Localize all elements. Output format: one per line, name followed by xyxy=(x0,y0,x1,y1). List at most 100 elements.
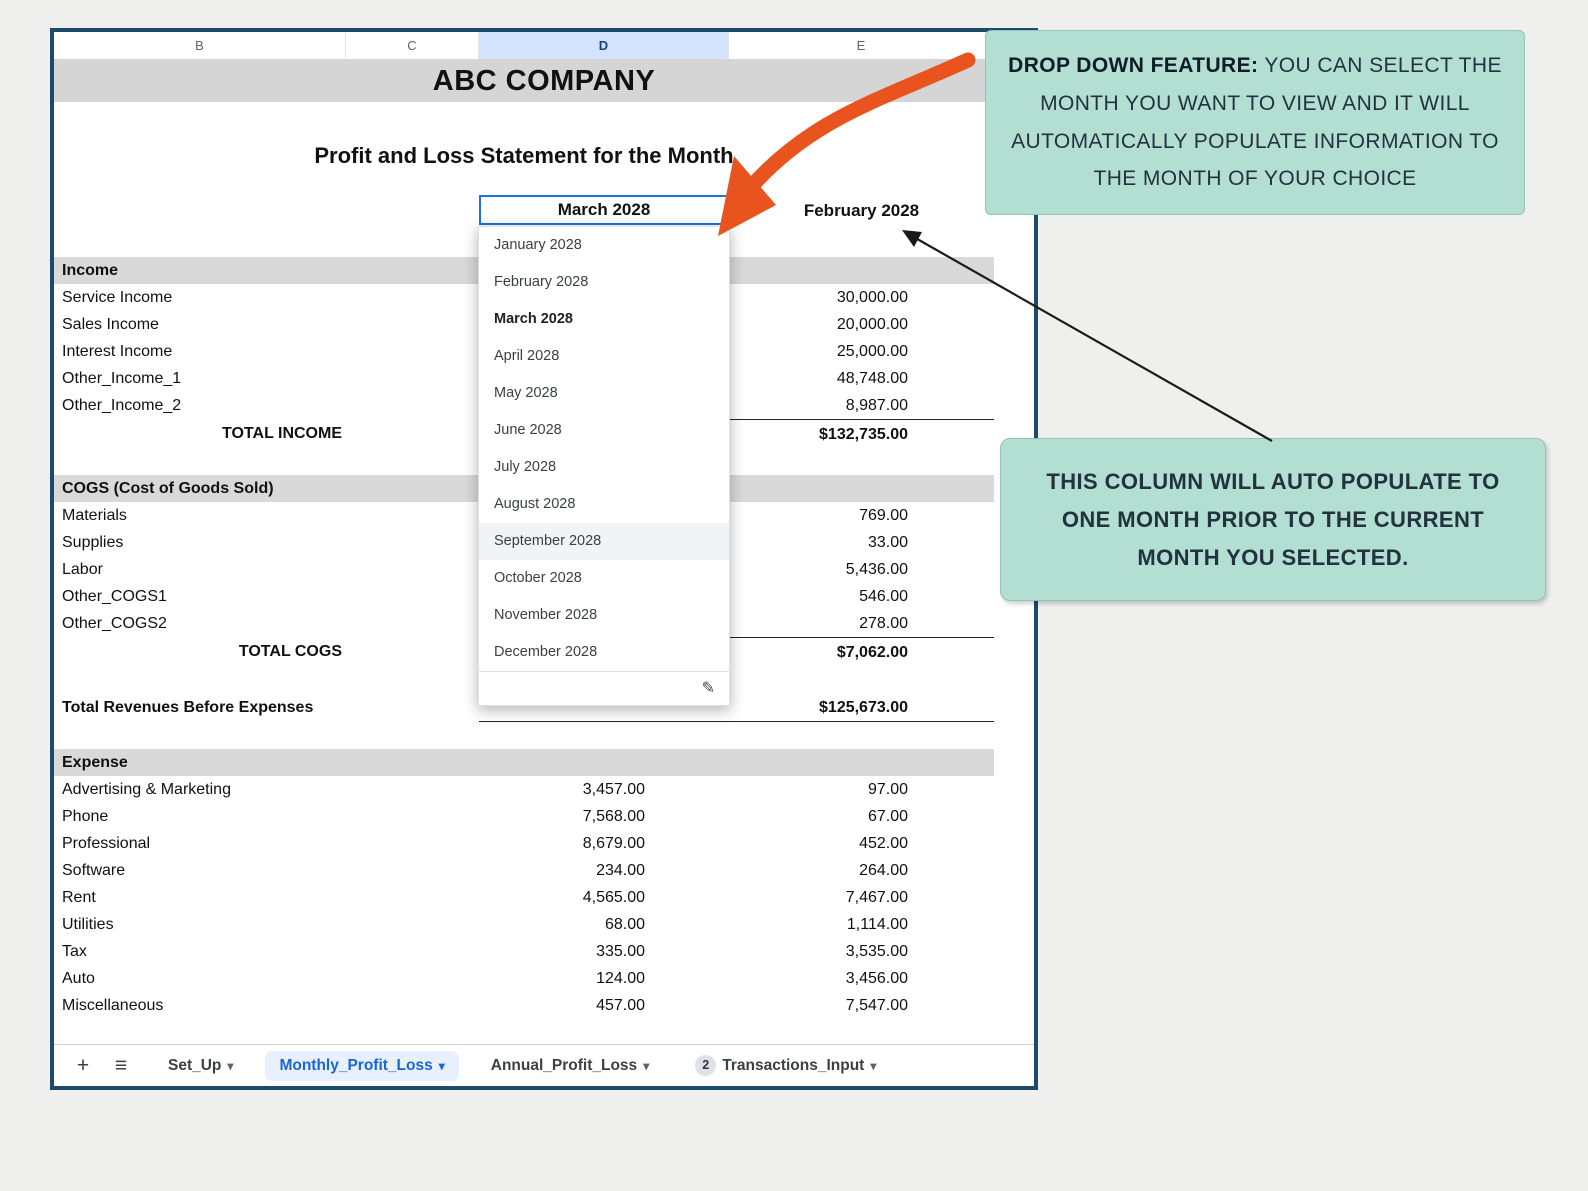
cell-c[interactable] xyxy=(346,911,479,938)
row-label[interactable]: Advertising & Marketing xyxy=(54,776,346,803)
dropdown-option-february[interactable]: February 2028 xyxy=(479,264,729,301)
row-label[interactable]: Utilities xyxy=(54,911,346,938)
total-revenues-value[interactable]: $125,673.00 xyxy=(729,693,994,722)
cell-e[interactable]: 5,436.00 xyxy=(729,556,994,583)
tab-set-up[interactable]: Set_Up ▾ xyxy=(154,1051,247,1081)
cell-e[interactable]: 67.00 xyxy=(729,803,994,830)
dropdown-option-december[interactable]: December 2028 xyxy=(479,634,729,671)
row-label[interactable]: Other_COGS1 xyxy=(54,583,346,610)
cell-e[interactable]: 20,000.00 xyxy=(729,311,994,338)
cell-c[interactable] xyxy=(346,992,479,1019)
column-header-c[interactable]: C xyxy=(346,32,479,59)
month-dropdown-button[interactable]: March 2028 xyxy=(479,195,729,225)
cell-d[interactable]: 4,565.00 xyxy=(479,884,729,911)
cell-c[interactable] xyxy=(346,502,479,529)
dropdown-option-august[interactable]: August 2028 xyxy=(479,486,729,523)
cell-e[interactable]: 7,547.00 xyxy=(729,992,994,1019)
cell-e[interactable]: 8,987.00 xyxy=(729,392,994,419)
cell-e[interactable]: 30,000.00 xyxy=(729,284,994,311)
cell-c[interactable] xyxy=(346,857,479,884)
dropdown-option-april[interactable]: April 2028 xyxy=(479,338,729,375)
tab-transactions-input[interactable]: 2 Transactions_Input ▾ xyxy=(681,1049,890,1082)
total-revenues-label[interactable]: Total Revenues Before Expenses xyxy=(54,693,346,722)
cell-c[interactable] xyxy=(346,610,479,637)
row-label[interactable]: Other_COGS2 xyxy=(54,610,346,637)
total-cogs-value[interactable]: $7,062.00 xyxy=(729,637,994,666)
cell-e[interactable]: 264.00 xyxy=(729,857,994,884)
cell-c[interactable] xyxy=(346,338,479,365)
dropdown-option-march[interactable]: March 2028 xyxy=(479,301,729,338)
cell-c[interactable] xyxy=(346,830,479,857)
cell-c[interactable] xyxy=(346,965,479,992)
dropdown-option-may[interactable]: May 2028 xyxy=(479,375,729,412)
cell-d[interactable]: 234.00 xyxy=(479,857,729,884)
cell-d[interactable]: 3,457.00 xyxy=(479,776,729,803)
cell-empty[interactable] xyxy=(54,192,346,230)
cell-d[interactable]: 124.00 xyxy=(479,965,729,992)
dropdown-option-january[interactable]: January 2028 xyxy=(479,227,729,264)
cell-c[interactable] xyxy=(346,693,479,722)
cell-d[interactable]: 335.00 xyxy=(479,938,729,965)
dropdown-option-september[interactable]: September 2028 xyxy=(479,523,729,560)
cell-c[interactable] xyxy=(346,938,479,965)
total-cogs-label[interactable]: TOTAL COGS xyxy=(54,637,346,666)
dropdown-option-june[interactable]: June 2028 xyxy=(479,412,729,449)
row-label[interactable]: Rent xyxy=(54,884,346,911)
row-label[interactable]: Miscellaneous xyxy=(54,992,346,1019)
cell-e[interactable]: 769.00 xyxy=(729,502,994,529)
cell-e[interactable]: 3,456.00 xyxy=(729,965,994,992)
cell-c[interactable] xyxy=(346,556,479,583)
dropdown-option-july[interactable]: July 2028 xyxy=(479,449,729,486)
expense-section-header[interactable]: Expense xyxy=(54,749,994,776)
add-sheet-icon[interactable]: + xyxy=(68,1045,98,1087)
row-label[interactable]: Professional xyxy=(54,830,346,857)
cell-e[interactable]: 1,114.00 xyxy=(729,911,994,938)
column-header-d[interactable]: D xyxy=(479,32,729,59)
all-sheets-menu-icon[interactable]: ≡ xyxy=(106,1045,136,1087)
total-income-value[interactable]: $132,735.00 xyxy=(729,419,994,448)
cell-c[interactable] xyxy=(346,365,479,392)
cell-d[interactable]: 8,679.00 xyxy=(479,830,729,857)
cell-e[interactable]: 452.00 xyxy=(729,830,994,857)
cell-c[interactable] xyxy=(346,392,479,419)
cell-c[interactable] xyxy=(346,637,479,666)
row-label[interactable]: Software xyxy=(54,857,346,884)
row-label[interactable]: Other_Income_1 xyxy=(54,365,346,392)
cell-c[interactable] xyxy=(346,776,479,803)
row-label[interactable]: Materials xyxy=(54,502,346,529)
row-label[interactable]: Service Income xyxy=(54,284,346,311)
company-title[interactable]: ABC COMPANY xyxy=(54,60,1034,102)
row-label[interactable]: Labor xyxy=(54,556,346,583)
total-income-label[interactable]: TOTAL INCOME xyxy=(54,419,346,448)
tab-monthly-profit-loss[interactable]: Monthly_Profit_Loss ▾ xyxy=(265,1050,459,1081)
cell-d[interactable]: 457.00 xyxy=(479,992,729,1019)
cell-e[interactable]: 7,467.00 xyxy=(729,884,994,911)
cell-e[interactable]: 278.00 xyxy=(729,610,994,637)
cell-c[interactable] xyxy=(346,803,479,830)
cell-c[interactable] xyxy=(346,284,479,311)
cell-e[interactable]: 97.00 xyxy=(729,776,994,803)
cell-d[interactable]: 7,568.00 xyxy=(479,803,729,830)
tab-annual-profit-loss[interactable]: Annual_Profit_Loss ▾ xyxy=(477,1051,663,1081)
row-label[interactable]: Tax xyxy=(54,938,346,965)
cell-c[interactable] xyxy=(346,311,479,338)
cell-c[interactable] xyxy=(346,529,479,556)
row-label[interactable]: Other_Income_2 xyxy=(54,392,346,419)
row-label[interactable]: Supplies xyxy=(54,529,346,556)
row-label[interactable]: Interest Income xyxy=(54,338,346,365)
cell-c[interactable] xyxy=(346,884,479,911)
column-header-e[interactable]: E xyxy=(729,32,994,59)
statement-title[interactable]: Profit and Loss Statement for the Month xyxy=(54,136,994,176)
cell-d[interactable]: 68.00 xyxy=(479,911,729,938)
edit-pencil-icon[interactable]: ✎ xyxy=(702,680,715,697)
cell-c[interactable] xyxy=(346,583,479,610)
dropdown-option-october[interactable]: October 2028 xyxy=(479,560,729,597)
cell-e[interactable]: 3,535.00 xyxy=(729,938,994,965)
cell-empty[interactable] xyxy=(346,192,479,230)
row-label[interactable]: Sales Income xyxy=(54,311,346,338)
cell-c[interactable] xyxy=(346,419,479,448)
cell-e[interactable]: 25,000.00 xyxy=(729,338,994,365)
column-header-b[interactable]: B xyxy=(54,32,346,59)
row-label[interactable]: Auto xyxy=(54,965,346,992)
row-label[interactable]: Phone xyxy=(54,803,346,830)
